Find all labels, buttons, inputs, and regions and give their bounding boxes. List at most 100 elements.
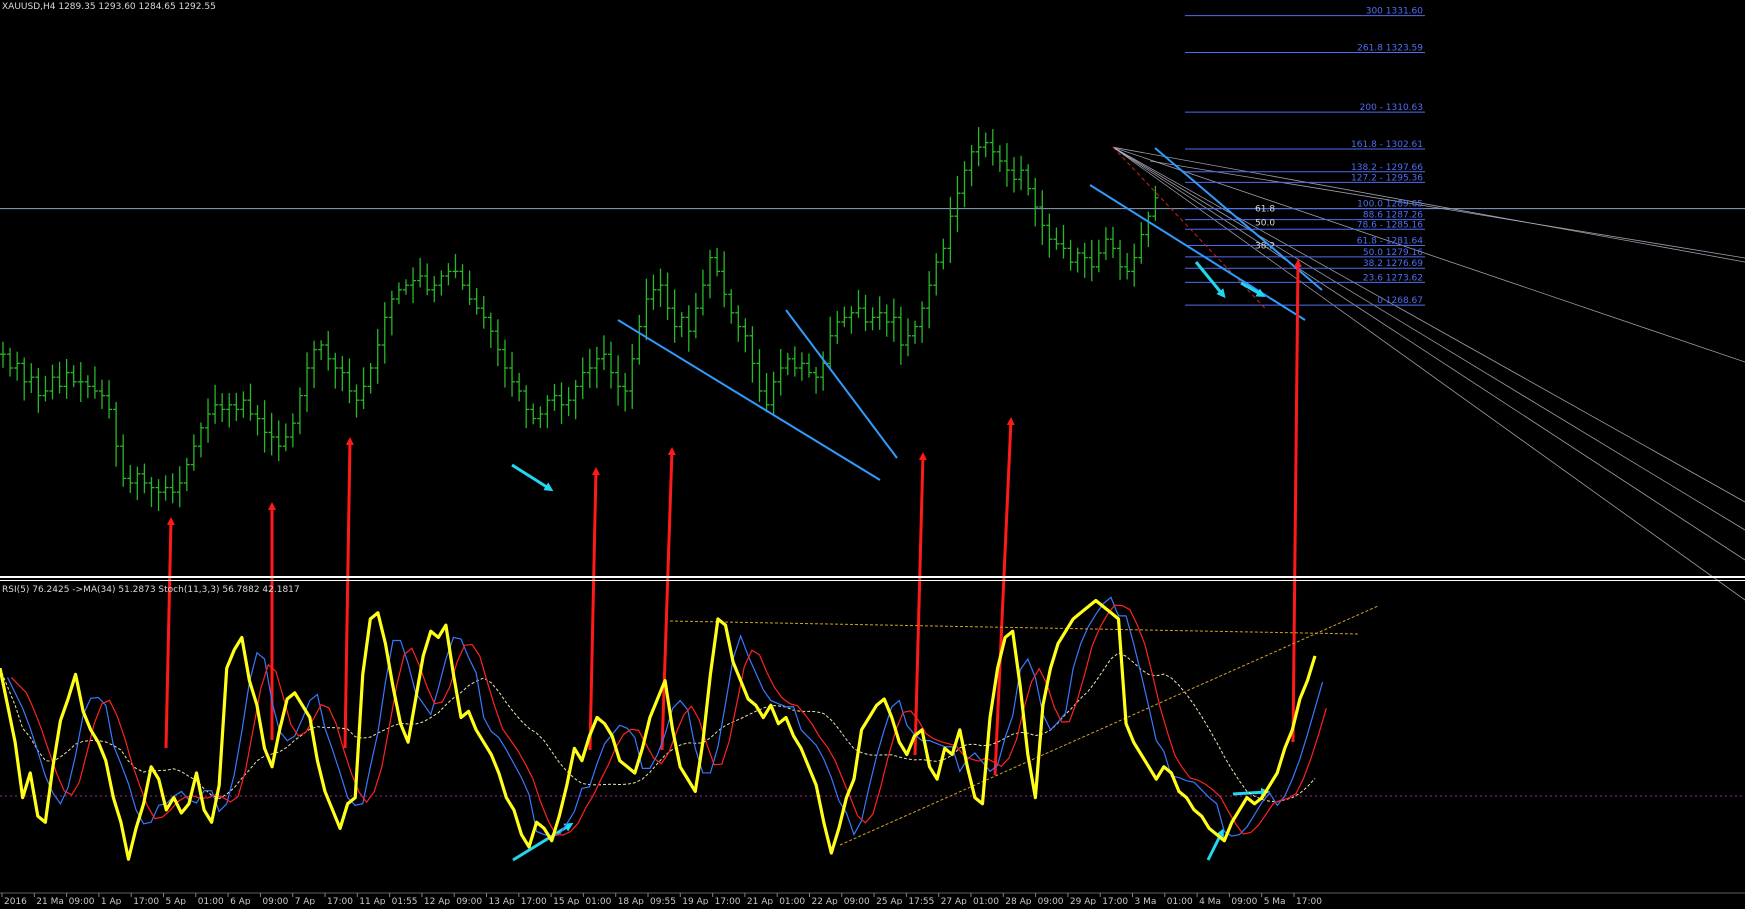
price-bar	[622, 373, 629, 412]
fib-level-label: 100.0 1289.65	[1357, 200, 1423, 210]
price-bar	[551, 383, 558, 411]
trendline	[617, 319, 881, 481]
price-bar	[1138, 222, 1145, 264]
price-bar	[106, 380, 113, 419]
time-tick-label: 09:00	[1231, 897, 1257, 905]
price-bar	[735, 305, 742, 342]
time-tick-label: 01:00	[973, 897, 999, 905]
price-bar	[417, 257, 424, 288]
price-bar	[509, 351, 516, 397]
price-bar	[141, 463, 148, 494]
price-bar	[197, 422, 204, 458]
time-tick-label: 12 Ap	[424, 897, 450, 905]
price-bar	[1088, 239, 1095, 282]
price-bar	[897, 306, 904, 365]
price-bar	[770, 371, 777, 417]
price-bar	[261, 400, 268, 453]
price-bar	[127, 464, 134, 493]
chart-canvas[interactable]: 300 1331.60 261.8 1323.59 200 - 1310.63 161…	[0, 0, 1745, 907]
price-bar	[388, 290, 395, 336]
red-arrow	[588, 467, 600, 751]
time-tick-label: 3 Ma	[1135, 897, 1157, 905]
price-bar	[480, 295, 487, 329]
price-bar	[876, 296, 883, 330]
price-bar	[176, 466, 183, 508]
price-bar	[692, 292, 699, 339]
price-bar	[912, 320, 919, 344]
time-tick-label: 19 Ap	[682, 897, 708, 905]
fan-line	[1149, 160, 1745, 259]
price-bar	[445, 263, 452, 286]
price-bar	[275, 420, 282, 462]
price-bar	[904, 318, 911, 357]
price-bar	[268, 412, 275, 456]
price-bar	[1025, 164, 1032, 196]
oscillator-panel	[0, 596, 1745, 861]
price-bar	[834, 310, 841, 344]
time-tick-label: 09:00	[69, 897, 95, 905]
price-bar	[742, 318, 749, 353]
price-bar	[572, 379, 579, 420]
fib-level-label: 78.6 - 1285.16	[1357, 220, 1423, 230]
time-tick-label: 01:00	[1167, 897, 1193, 905]
chart-window[interactable]: 300 1331.60 261.8 1323.59 200 - 1310.63 161…	[0, 0, 1745, 907]
price-bar	[473, 287, 480, 315]
fib-level-label: 138.2 - 1297.66	[1351, 163, 1423, 173]
price-bar	[1131, 243, 1138, 287]
price-bar	[318, 340, 325, 360]
time-tick-label: 28 Ap	[1005, 897, 1031, 905]
price-bar	[190, 434, 197, 471]
price-bar	[0, 341, 6, 368]
time-tick-label: 7 Ap	[295, 897, 316, 905]
fib-level-label: 50.0 1279.16	[1363, 248, 1423, 258]
price-bar	[424, 263, 431, 296]
price-bar	[827, 316, 834, 370]
price-bar	[42, 375, 49, 402]
price-bar	[657, 268, 664, 307]
price-bar	[183, 457, 190, 492]
fib-level-label: 38.2 1276.69	[1363, 259, 1423, 269]
time-tick-label: 29 Ap	[1070, 897, 1096, 905]
price-bar	[1124, 253, 1131, 280]
annotation-arrows	[164, 259, 1302, 862]
price-bar	[629, 343, 636, 409]
time-tick-label: 01:55	[392, 897, 418, 905]
time-tick-label: 09:00	[844, 897, 870, 905]
price-bar	[940, 238, 947, 270]
price-bar	[926, 271, 933, 329]
price-bar	[120, 434, 127, 487]
price-bar	[501, 339, 508, 388]
time-tick-label: 17:00	[1296, 897, 1322, 905]
time-tick-label: 5 Ma	[1264, 897, 1286, 905]
fan-line	[1112, 146, 1745, 601]
price-bar	[296, 387, 303, 435]
price-bar	[70, 365, 77, 388]
price-bar	[1053, 227, 1060, 250]
time-tick-label: 17:00	[133, 897, 159, 905]
oscillator-header: RSI(5) 76.2425 ->MA(34) 51.2873 Stoch(11…	[2, 585, 300, 595]
price-bar	[947, 196, 954, 263]
price-bar	[7, 347, 14, 377]
price-bar	[537, 406, 544, 429]
symbol-header: XAUUSD,H4 1289.35 1293.60 1284.65 1292.5…	[2, 2, 216, 12]
price-bar	[311, 340, 318, 388]
price-bar	[360, 367, 367, 410]
price-bar	[381, 302, 388, 364]
red-arrow	[913, 452, 927, 756]
price-bar	[247, 383, 254, 421]
fibonacci-levels: 300 1331.60 261.8 1323.59 200 - 1310.63 161…	[1112, 7, 1425, 309]
price-bar	[643, 278, 650, 341]
price-bar	[395, 282, 402, 305]
price-bar	[1095, 239, 1102, 273]
price-bar	[565, 387, 572, 417]
price-bar	[933, 253, 940, 296]
price-bar	[890, 298, 897, 342]
price-bar	[84, 375, 91, 399]
fib-level-label: 0 1268.67	[1377, 296, 1423, 306]
price-bar	[240, 391, 247, 418]
price-bar	[49, 364, 56, 400]
time-tick-label: 2016	[4, 897, 27, 905]
price-bar	[600, 335, 607, 371]
panel-separator[interactable]	[0, 576, 1745, 578]
price-bar	[1032, 177, 1039, 227]
